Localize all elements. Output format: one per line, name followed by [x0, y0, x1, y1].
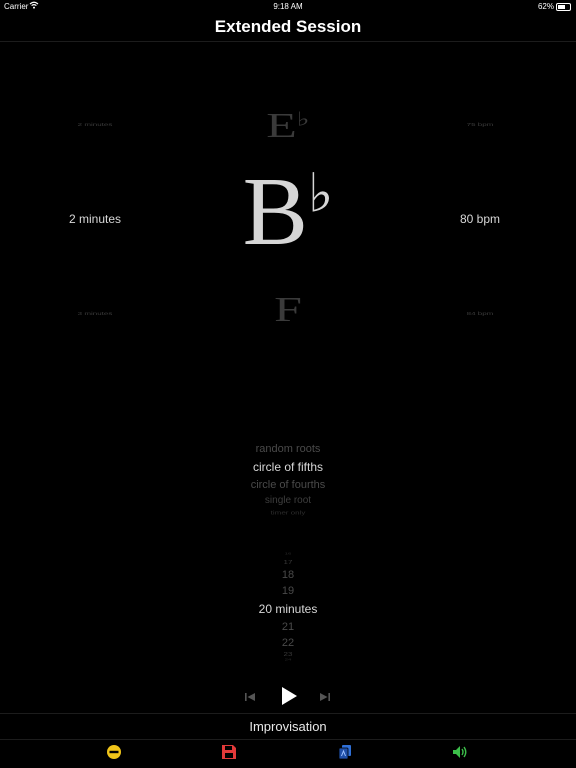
duration-picker[interactable]: 2 minutes 2 minutes 3 minutes	[40, 110, 150, 330]
minus-circle-icon[interactable]	[106, 744, 124, 762]
tempo-picker[interactable]: 75 bpm 80 bpm 84 bpm	[425, 110, 535, 330]
mode-option-selected[interactable]: circle of fifths	[188, 460, 388, 474]
save-disk-icon[interactable]	[221, 744, 239, 762]
battery-icon	[556, 3, 571, 11]
length-option[interactable]: 21	[238, 621, 338, 633]
battery-percent: 62%	[537, 2, 554, 11]
duration-option-selected[interactable]: 2 minutes	[40, 212, 150, 226]
tab-bar	[0, 740, 576, 768]
tempo-option-below[interactable]: 84 bpm	[425, 311, 535, 316]
root-option-below[interactable]: F	[228, 289, 348, 330]
root-option-above[interactable]: E♭	[228, 105, 348, 146]
status-bar: Carrier 9:18 AM 62%	[0, 0, 576, 14]
mode-option[interactable]: random roots	[188, 443, 388, 455]
root-selected-letter: B	[242, 158, 308, 266]
tempo-option-above[interactable]: 75 bpm	[425, 122, 535, 127]
length-option[interactable]: 24	[238, 659, 338, 662]
length-option[interactable]: 17	[238, 559, 338, 565]
mode-option[interactable]: circle of fourths	[188, 479, 388, 491]
transport-controls	[0, 683, 576, 709]
mode-option[interactable]: single root	[188, 495, 388, 506]
duration-option-below[interactable]: 3 minutes	[40, 311, 150, 316]
speaker-icon[interactable]	[452, 744, 470, 762]
mode-bar[interactable]: Improvisation	[0, 713, 576, 740]
root-above-accidental: ♭	[296, 107, 310, 130]
length-option[interactable]: 19	[238, 585, 338, 597]
root-selected-accidental: ♭	[307, 163, 334, 224]
length-option[interactable]: 22	[238, 637, 338, 649]
length-option[interactable]: 16	[238, 553, 338, 556]
mode-option[interactable]: timer only	[188, 509, 388, 515]
root-option-selected[interactable]: B♭	[218, 156, 358, 268]
play-icon[interactable]	[279, 686, 299, 706]
clock: 9:18 AM	[273, 2, 303, 11]
navigation-bar: Extended Session	[0, 14, 576, 42]
page-title: Extended Session	[214, 17, 362, 36]
tempo-option-selected[interactable]: 80 bpm	[425, 212, 535, 226]
length-option[interactable]: 23	[238, 651, 338, 657]
root-above-letter: E	[266, 105, 297, 145]
skip-forward-icon[interactable]	[319, 690, 331, 702]
root-below-letter: F	[274, 289, 302, 329]
skip-back-icon[interactable]	[244, 690, 256, 702]
length-option-selected[interactable]: 20 minutes	[238, 602, 338, 616]
cards-icon[interactable]	[337, 744, 355, 762]
duration-option-above[interactable]: 2 minutes	[40, 122, 150, 127]
length-option[interactable]: 18	[238, 569, 338, 581]
mode-label[interactable]: Improvisation	[0, 714, 576, 739]
